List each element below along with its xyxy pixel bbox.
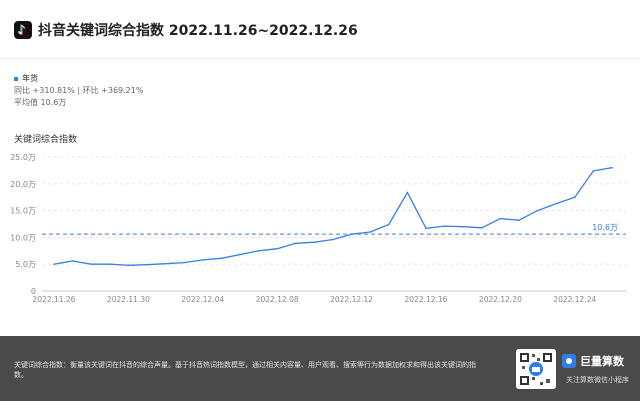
data-point (257, 250, 260, 252)
data-point (202, 259, 204, 261)
data-point (425, 227, 427, 230)
data-point (146, 263, 148, 266)
y-tick-labels: 05.0万10.0万15.0万20.0万25.0万 (10, 153, 36, 296)
y-tick-label: 25.0万 (10, 153, 36, 162)
brand-subtitle: 关注算数微信小程序 (566, 376, 629, 384)
data-point (462, 225, 465, 228)
qr-code-icon (516, 349, 556, 389)
data-point (592, 170, 595, 172)
x-tick-label: 2022.12.04 (181, 295, 224, 304)
data-point (239, 253, 241, 256)
data-point (499, 217, 502, 220)
data-point (388, 223, 390, 226)
brand-name: 巨量算数 (580, 355, 624, 368)
data-point (350, 233, 353, 235)
data-point (536, 209, 539, 212)
y-tick-label: 5.0万 (15, 260, 36, 269)
x-tick-labels: 2022.11.26 2022.11.30 2022.12.04 2022.12.08… (33, 295, 597, 304)
data-point (127, 264, 130, 267)
average-line-group: 10.6万 (42, 223, 626, 235)
data-point (183, 261, 185, 264)
header-divider (0, 58, 640, 59)
y-tick-label: 10.0万 (10, 233, 36, 242)
data-point (295, 242, 297, 245)
x-tick-label: 2022.11.30 (107, 295, 150, 304)
data-point (406, 191, 409, 194)
data-point (518, 219, 520, 222)
header: ♪ ♪ ♪ 抖音关键词综合指数 2022.11.26~2022.12.26 (14, 18, 358, 42)
data-point (369, 231, 372, 233)
x-tick-label: 2022.12.24 (553, 295, 596, 304)
page-title: 抖音关键词综合指数 2022.11.26~2022.12.26 (38, 23, 358, 39)
data-point (220, 257, 223, 260)
data-point (332, 238, 334, 241)
footer-description: 关键词综合指数：衡量该关键词在抖音的综合声量。基于抖音热词指数模型，通过相关内容… (14, 361, 476, 379)
brand: 巨量算数 (562, 353, 624, 369)
data-point (164, 262, 167, 265)
legend-stats: 同比 +310.81% | 环比 +369.21% (14, 86, 144, 95)
y-tick-label: 20.0万 (10, 180, 36, 189)
douyin-logo-icon: ♪ ♪ ♪ (14, 21, 32, 39)
brand-logo-icon (562, 354, 576, 368)
legend-series-name: 年货 (22, 74, 38, 83)
x-tick-label: 2022.12.16 (405, 295, 448, 304)
series-group (53, 166, 613, 267)
data-point (611, 166, 613, 169)
grid-lines (42, 156, 626, 292)
line-chart: 05.0万10.0万15.0万20.0万25.0万 2022.11.26 2022… (10, 153, 626, 304)
data-point (276, 247, 279, 250)
data-point (313, 241, 316, 244)
data-point (71, 260, 74, 262)
x-tick-label: 2022.12.12 (330, 295, 373, 304)
data-point (481, 226, 483, 229)
legend: 年货 同比 +310.81% | 环比 +369.21% 平均值 10.6万 (14, 73, 143, 109)
series-line (53, 167, 613, 266)
x-tick-label: 2022.12.08 (256, 295, 299, 304)
x-tick-label: 2022.11.26 (33, 295, 76, 304)
legend-swatch (14, 77, 18, 81)
legend-entry[interactable]: 年货 (14, 73, 143, 85)
average-label: 10.6万 (592, 223, 618, 232)
data-point (90, 263, 92, 265)
data-point (555, 202, 557, 205)
data-point (53, 263, 55, 265)
data-point (574, 196, 576, 198)
legend-average: 平均值 10.6万 (14, 98, 67, 107)
y-tick-label: 15.0万 (10, 207, 36, 216)
data-point (443, 225, 446, 227)
data-point (109, 263, 111, 265)
x-tick-label: 2022.12.20 (479, 295, 522, 304)
